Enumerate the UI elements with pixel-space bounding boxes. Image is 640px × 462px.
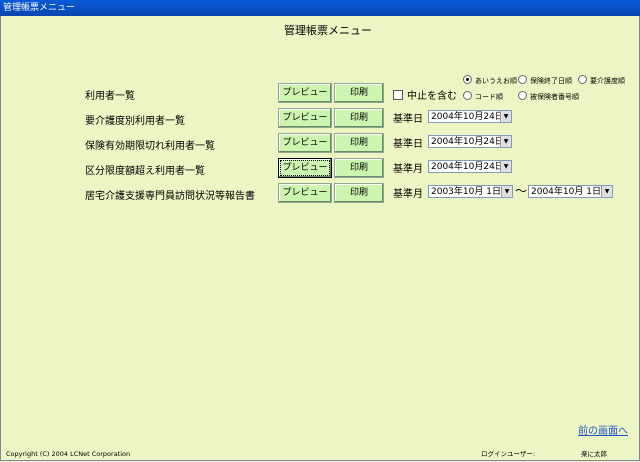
base-month-select[interactable]: 2004年10月24日 ▼ xyxy=(428,160,512,173)
base-date-value: 2004年10月24日 xyxy=(431,112,504,122)
chevron-down-icon[interactable]: ▼ xyxy=(500,136,511,147)
sort-radio-care-level[interactable]: 要介護度順 xyxy=(578,75,625,86)
window-title: 管理帳票メニュー xyxy=(3,3,76,13)
row-label-expired-list: 保険有効期限切れ利用者一覧 xyxy=(85,141,215,152)
from-month-select[interactable]: 2003年10月 1日 ▼ xyxy=(428,185,513,198)
print-button-expired-list[interactable]: 印刷 xyxy=(334,133,384,153)
print-button-care-level-list[interactable]: 印刷 xyxy=(334,108,384,128)
preview-button-expired-list[interactable]: プレビュー xyxy=(278,133,332,153)
from-month-value: 2003年10月 1日 xyxy=(431,187,501,197)
row-label-limit-exceeded-list: 区分限度額超え利用者一覧 xyxy=(85,166,205,177)
preview-button-limit-exceeded-list[interactable]: プレビュー xyxy=(278,158,332,178)
chevron-down-icon[interactable]: ▼ xyxy=(500,161,511,172)
page-title: 管理帳票メニュー xyxy=(284,24,372,37)
base-date-label: 基準日 xyxy=(393,139,423,150)
login-user-label: ログインユーザー: xyxy=(481,450,536,458)
include-stopped-checkbox[interactable]: 中止を含む xyxy=(393,87,457,102)
base-month-label: 基準月 xyxy=(393,189,423,200)
sort-radio-expiry[interactable]: 保険終了日順 xyxy=(518,75,572,86)
sort-radio-aiueo[interactable]: あいうえお順 xyxy=(463,75,517,86)
range-separator: ～ xyxy=(515,184,528,198)
preview-button-user-list[interactable]: プレビュー xyxy=(278,83,332,103)
radio-dot-icon xyxy=(463,91,472,100)
print-button-limit-exceeded-list[interactable]: 印刷 xyxy=(334,158,384,178)
print-button-visit-report[interactable]: 印刷 xyxy=(334,183,384,203)
chevron-down-icon[interactable]: ▼ xyxy=(500,111,511,122)
main-window: 管理帳票メニュー 利用者一覧 プレビュー 印刷 中止を含む あいうえお順 保険終… xyxy=(0,16,640,461)
base-date-select[interactable]: 2004年10月24日 ▼ xyxy=(428,135,512,148)
sort-radio-code[interactable]: コード順 xyxy=(463,91,503,102)
base-month-label: 基準月 xyxy=(393,164,423,175)
footer: Copyright (C) 2004 LCNet Corporation ログイ… xyxy=(1,448,639,460)
row-label-care-level-list: 要介護度別利用者一覧 xyxy=(85,116,185,127)
base-month-value: 2004年10月24日 xyxy=(431,162,504,172)
sort-expiry-label: 保険終了日順 xyxy=(530,77,572,85)
copyright: Copyright (C) 2004 LCNet Corporation xyxy=(6,450,131,458)
preview-button-visit-report[interactable]: プレビュー xyxy=(278,183,332,203)
base-date-label: 基準日 xyxy=(393,114,423,125)
chevron-down-icon[interactable]: ▼ xyxy=(501,186,512,197)
base-date-value: 2004年10月24日 xyxy=(431,137,504,147)
print-button-user-list[interactable]: 印刷 xyxy=(334,83,384,103)
sort-care-level-label: 要介護度順 xyxy=(590,77,625,85)
sort-insured-no-label: 被保険者番号順 xyxy=(530,93,579,101)
login-user-name: 楽に太郎 xyxy=(581,450,607,458)
radio-dot-icon xyxy=(518,75,527,84)
sort-radio-insured-no[interactable]: 被保険者番号順 xyxy=(518,91,579,102)
radio-dot-icon xyxy=(463,75,472,84)
title-bar: 管理帳票メニュー xyxy=(0,0,640,16)
to-month-value: 2004年10月 1日 xyxy=(531,187,601,197)
back-link[interactable]: 前の画面へ xyxy=(578,422,628,437)
sort-aiueo-label: あいうえお順 xyxy=(475,77,517,85)
checkbox-box[interactable] xyxy=(393,90,403,100)
to-month-select[interactable]: 2004年10月 1日 ▼ xyxy=(528,185,613,198)
row-label-visit-report: 居宅介護支援専門員訪問状況等報告書 xyxy=(85,191,255,202)
radio-dot-icon xyxy=(518,91,527,100)
radio-dot-icon xyxy=(578,75,587,84)
include-stopped-label: 中止を含む xyxy=(407,91,457,102)
chevron-down-icon[interactable]: ▼ xyxy=(601,186,612,197)
sort-code-label: コード順 xyxy=(475,93,503,101)
preview-button-care-level-list[interactable]: プレビュー xyxy=(278,108,332,128)
base-date-select[interactable]: 2004年10月24日 ▼ xyxy=(428,110,512,123)
row-label-user-list: 利用者一覧 xyxy=(85,91,135,102)
